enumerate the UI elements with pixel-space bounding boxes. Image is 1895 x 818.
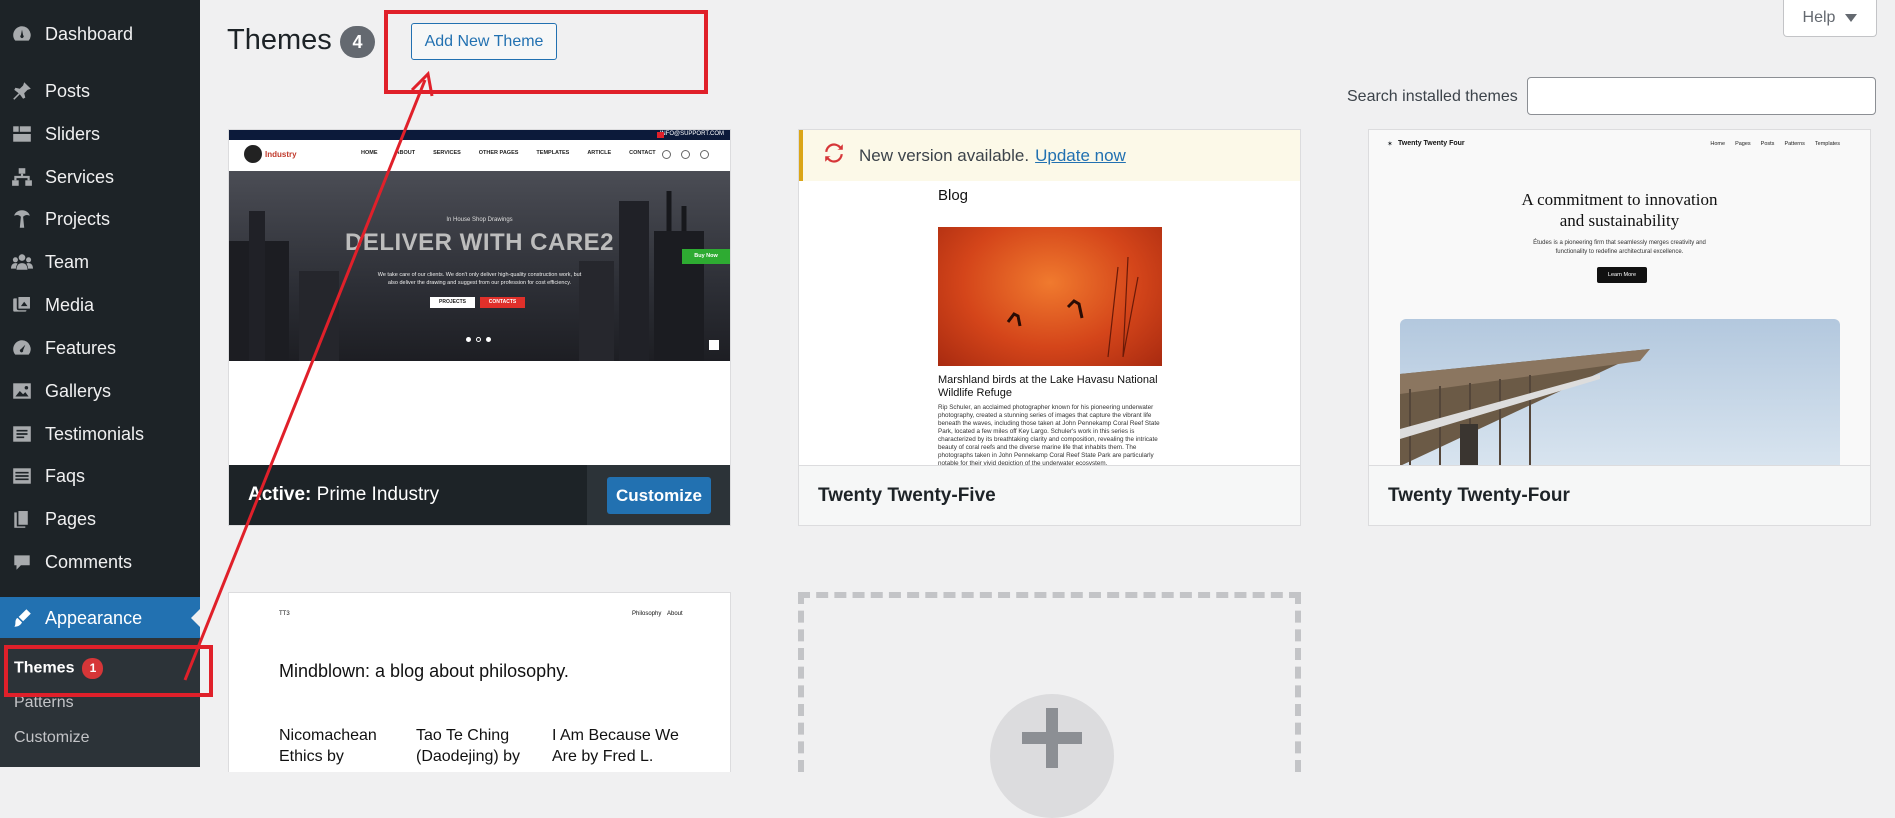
annotation-arrow (183, 70, 434, 681)
